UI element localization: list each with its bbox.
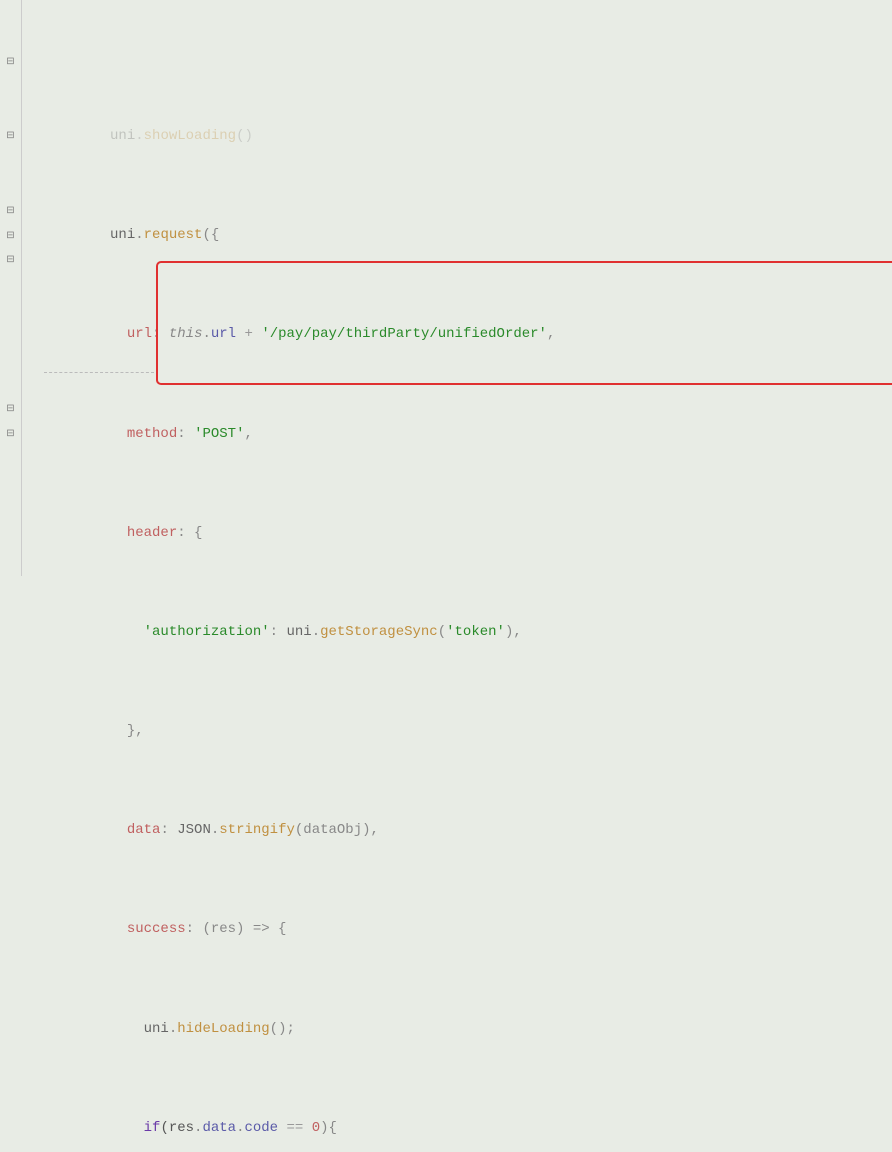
code-line[interactable]: data: JSON.stringify(dataObj), [26,818,892,843]
code-line[interactable]: }, [26,719,892,744]
fold-marker[interactable] [0,273,21,298]
fold-marker[interactable] [0,546,21,571]
fold-marker[interactable] [0,174,21,199]
code-content[interactable]: uni.showLoading() uni.request({ url: thi… [22,0,892,576]
fold-marker[interactable]: ⊟ [0,198,21,223]
fold-marker[interactable] [0,322,21,347]
fold-gutter: ⊟ ⊟ ⊟ ⊟ ⊟ ⊟ ⊟ [0,0,22,576]
code-line[interactable]: 'authorization': uni.getStorageSync('tok… [26,620,892,645]
fold-marker[interactable] [0,298,21,323]
code-line[interactable]: uni.request({ [26,223,892,248]
code-line[interactable]: url: this.url + '/pay/pay/thirdParty/uni… [26,322,892,347]
code-line[interactable]: header: { [26,521,892,546]
fold-marker[interactable] [0,570,21,595]
fold-marker[interactable]: ⊟ [0,50,21,75]
fold-marker[interactable]: ⊟ [0,124,21,149]
fold-marker[interactable] [0,521,21,546]
fold-marker[interactable] [0,25,21,50]
fold-marker[interactable] [0,496,21,521]
fold-marker[interactable] [0,0,21,25]
fold-marker[interactable]: ⊟ [0,223,21,248]
fold-marker[interactable] [0,471,21,496]
fold-marker[interactable] [0,372,21,397]
code-editor[interactable]: ⊟ ⊟ ⊟ ⊟ ⊟ ⊟ ⊟ uni.showLoading() uni.requ… [0,0,892,576]
code-line[interactable]: uni.hideLoading(); [26,1017,892,1042]
fold-marker[interactable] [0,74,21,99]
fold-marker[interactable] [0,149,21,174]
fold-marker[interactable] [0,347,21,372]
code-line[interactable]: success: (res) => { [26,917,892,942]
fold-marker[interactable]: ⊟ [0,422,21,447]
fold-marker[interactable] [0,446,21,471]
fold-marker[interactable]: ⊟ [0,397,21,422]
code-line[interactable]: if(res.data.code == 0){ [26,1116,892,1141]
fold-marker[interactable]: ⊟ [0,248,21,273]
indent-guide [44,372,154,373]
code-line[interactable]: uni.showLoading() [26,124,892,149]
fold-marker[interactable] [0,99,21,124]
code-line[interactable]: method: 'POST', [26,422,892,447]
